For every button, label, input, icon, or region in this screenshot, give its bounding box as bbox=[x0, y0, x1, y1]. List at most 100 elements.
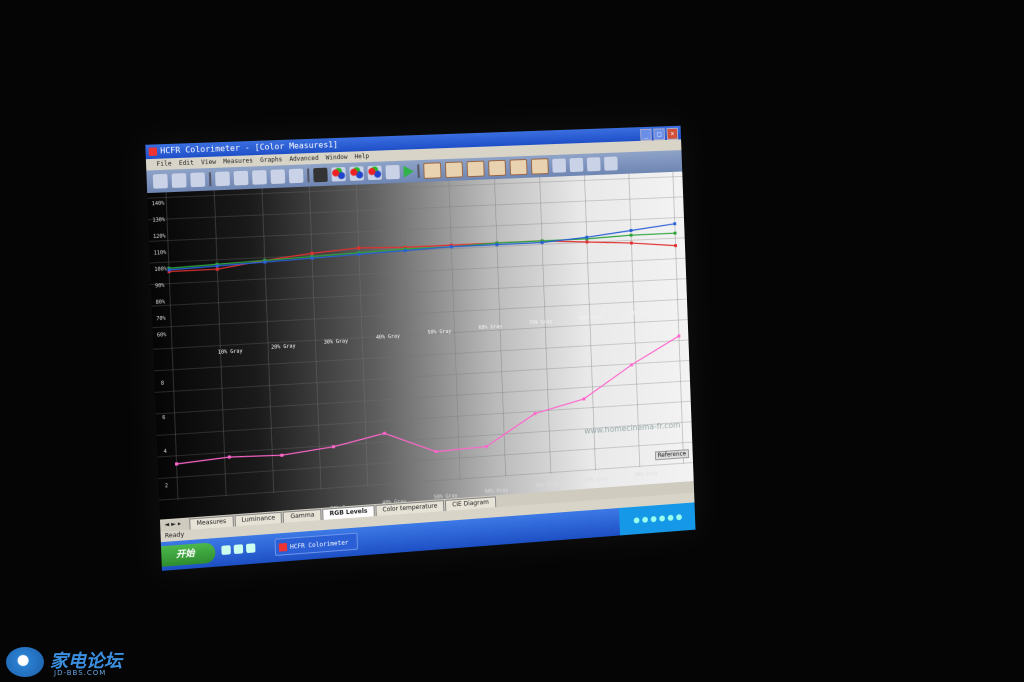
quick-launch bbox=[221, 543, 256, 556]
series-point bbox=[310, 256, 314, 260]
rgb-levels-chart: 140% 130% 120% 110% 100% 90% 80% 70% 60% 8 6 4 2 10% … bbox=[147, 171, 694, 520]
logo-icon bbox=[6, 647, 44, 677]
taskbar-item-hcfr[interactable]: HCFR Colorimeter bbox=[274, 532, 359, 557]
category-label-bottom: 90% Gray bbox=[635, 471, 658, 478]
new-icon[interactable] bbox=[152, 173, 168, 189]
series-point bbox=[167, 268, 171, 272]
camera-icon[interactable] bbox=[385, 164, 400, 180]
view-frame-icon[interactable] bbox=[509, 158, 528, 176]
y-tick-label: 80% bbox=[156, 299, 166, 306]
category-label-top: 20% Gray bbox=[271, 343, 296, 350]
series-point bbox=[215, 264, 219, 268]
series-point bbox=[449, 245, 453, 249]
view-frame-icon[interactable] bbox=[466, 160, 485, 178]
series-point bbox=[495, 243, 499, 247]
series-point bbox=[402, 248, 407, 252]
category-label-top: 50% Gray bbox=[428, 329, 452, 336]
close-icon[interactable]: × bbox=[666, 127, 679, 140]
y-tick-label: 110% bbox=[154, 250, 167, 257]
window-layout-icon[interactable] bbox=[586, 157, 601, 172]
series-point bbox=[677, 334, 681, 338]
tray-icon[interactable] bbox=[650, 516, 657, 523]
series-line bbox=[169, 233, 676, 271]
print-icon[interactable] bbox=[270, 169, 286, 185]
tab-scroll-arrows[interactable]: ◄ ► ▸ bbox=[164, 520, 181, 528]
category-label-top: 70% Gray bbox=[529, 319, 552, 326]
series-point bbox=[227, 455, 231, 459]
toolbar-separator bbox=[307, 168, 310, 183]
series-point bbox=[582, 397, 586, 401]
view-frame-icon[interactable] bbox=[423, 162, 442, 179]
series-point bbox=[674, 244, 678, 248]
category-label-bottom: 80% Gray bbox=[585, 476, 608, 483]
tray-icon[interactable] bbox=[667, 514, 674, 522]
category-label-top: 80% Gray bbox=[579, 314, 602, 321]
maximize-icon[interactable]: □ bbox=[653, 128, 666, 141]
open-icon[interactable] bbox=[171, 173, 187, 188]
grid-line-vertical bbox=[262, 188, 274, 493]
app-icon bbox=[148, 147, 158, 156]
grid-line-horizontal bbox=[148, 197, 683, 220]
minimize-icon[interactable]: _ bbox=[640, 128, 652, 141]
y-tick-label-bottom: 6 bbox=[162, 415, 165, 421]
menu-help[interactable]: Help bbox=[354, 151, 369, 163]
series-point bbox=[174, 462, 179, 466]
y-tick-label-bottom: 4 bbox=[163, 449, 166, 455]
y-tick-label-bottom: 2 bbox=[165, 483, 168, 489]
grid-line-horizontal bbox=[150, 238, 685, 263]
save-icon[interactable] bbox=[190, 172, 206, 188]
start-button[interactable]: 开始 bbox=[161, 542, 216, 567]
series-point bbox=[629, 233, 633, 237]
logo-sub: JD-BBS.COM bbox=[54, 669, 107, 677]
media-icon[interactable] bbox=[233, 544, 244, 555]
menu-edit[interactable]: Edit bbox=[179, 157, 194, 169]
desktop-icon[interactable] bbox=[245, 543, 256, 554]
y-tick-label: 60% bbox=[157, 332, 167, 339]
series-point bbox=[280, 453, 284, 457]
menu-file[interactable]: File bbox=[156, 158, 172, 170]
primaries-icon[interactable] bbox=[349, 166, 364, 181]
y-tick-label: 130% bbox=[152, 217, 165, 224]
series-line bbox=[169, 233, 676, 268]
category-label-top: 10% Gray bbox=[218, 348, 243, 355]
menu-graphs[interactable]: Graphs bbox=[260, 154, 283, 166]
menu-view[interactable]: View bbox=[201, 157, 216, 169]
grid-line-horizontal bbox=[151, 258, 686, 284]
category-label-top: 90% Gray bbox=[629, 310, 652, 317]
sensor-icon[interactable] bbox=[313, 167, 328, 183]
window-layout-icon[interactable] bbox=[552, 158, 567, 173]
series-point bbox=[263, 260, 267, 264]
y-tick-label: 70% bbox=[156, 316, 166, 323]
ie-icon[interactable] bbox=[221, 545, 231, 556]
series-point bbox=[434, 450, 439, 454]
tray-icon[interactable] bbox=[641, 516, 648, 523]
toolbar-separator bbox=[208, 172, 212, 187]
window-layout-icon[interactable] bbox=[569, 157, 584, 173]
grid-line-vertical bbox=[356, 185, 368, 487]
rgb-measure-icon[interactable] bbox=[331, 166, 346, 182]
series-point bbox=[331, 445, 336, 449]
series-point bbox=[215, 267, 219, 271]
play-icon[interactable] bbox=[403, 165, 414, 178]
tray-icon[interactable] bbox=[675, 514, 682, 521]
grid-line-vertical bbox=[166, 192, 178, 499]
cut-icon[interactable] bbox=[215, 171, 231, 187]
series-point bbox=[673, 222, 677, 226]
view-frame-icon[interactable] bbox=[488, 159, 507, 177]
secondaries-icon[interactable] bbox=[367, 165, 382, 181]
paste-icon[interactable] bbox=[252, 169, 267, 185]
view-frame-icon[interactable] bbox=[530, 158, 549, 175]
help-icon[interactable] bbox=[288, 168, 304, 184]
menu-window[interactable]: Window bbox=[326, 152, 348, 164]
series-point bbox=[673, 231, 677, 235]
copy-icon[interactable] bbox=[233, 170, 249, 186]
series-point bbox=[585, 235, 589, 239]
category-label-top: 40% Gray bbox=[376, 334, 400, 341]
system-tray bbox=[618, 502, 696, 536]
grid-line-vertical bbox=[214, 190, 226, 496]
view-frame-icon[interactable] bbox=[444, 161, 464, 179]
series-point bbox=[357, 252, 361, 256]
tray-icon[interactable] bbox=[633, 517, 640, 524]
window-layout-icon[interactable] bbox=[603, 156, 618, 171]
tray-icon[interactable] bbox=[658, 515, 665, 522]
